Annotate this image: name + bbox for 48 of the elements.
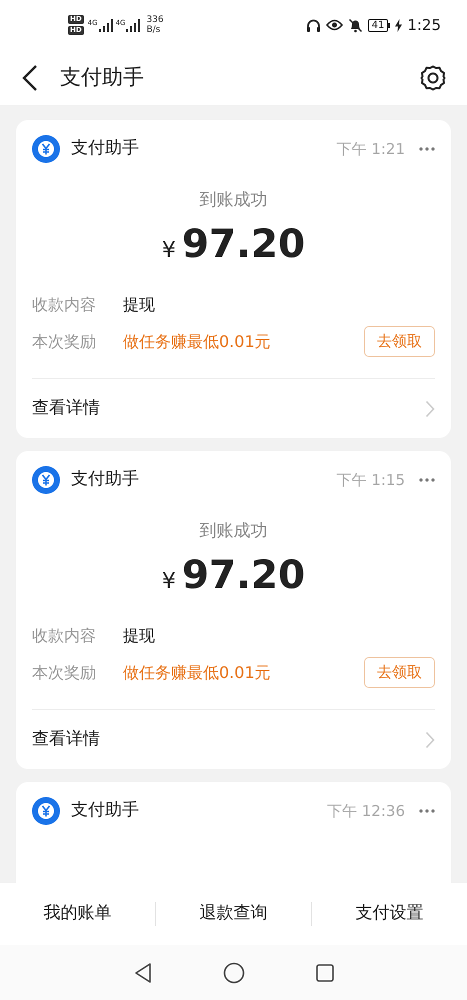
yuan-coin-icon — [32, 466, 60, 494]
back-icon[interactable] — [20, 64, 40, 92]
chevron-right-icon — [425, 400, 435, 418]
signal-icon — [126, 18, 140, 32]
more-icon[interactable] — [419, 478, 435, 482]
amount: 97.20 — [182, 552, 306, 600]
more-icon[interactable] — [419, 147, 435, 151]
yuan-coin-icon — [32, 135, 60, 163]
yuan-coin-icon — [32, 797, 60, 825]
menu-tab[interactable]: 我的账单 — [0, 901, 155, 927]
reward-text: 做任务赚最低0.01元 — [123, 662, 271, 684]
message-time: 下午 1:21 — [336, 138, 405, 160]
home-circle-icon[interactable] — [222, 962, 244, 984]
currency-symbol: ¥ — [162, 568, 176, 596]
battery-level: 41 — [368, 18, 388, 32]
field-value: 提现 — [123, 294, 155, 316]
back-triangle-icon[interactable] — [132, 962, 152, 984]
amount: 97.20 — [182, 220, 306, 268]
field-label: 本次奖励 — [32, 330, 97, 352]
field-label: 收款内容 — [32, 294, 97, 316]
muted-bell-icon — [348, 18, 363, 32]
card-title: 支付助手 — [71, 799, 139, 822]
currency-symbol: ¥ — [162, 236, 176, 264]
signal-icon — [98, 18, 113, 32]
speed-unit: B/s — [146, 25, 162, 35]
reward-text: 做任务赚最低0.01元 — [123, 330, 271, 352]
settings-icon[interactable] — [419, 64, 447, 92]
page-title: 支付助手 — [60, 64, 144, 91]
menu-tab[interactable]: 支付设置 — [312, 901, 467, 927]
details-link[interactable]: 查看详情 — [32, 709, 435, 769]
card-title: 支付助手 — [71, 468, 139, 492]
payment-status: 到账成功 — [198, 189, 268, 212]
payment-status: 到账成功 — [198, 520, 268, 543]
message-time: 下午 12:36 — [327, 800, 405, 822]
message-time: 下午 1:15 — [336, 470, 405, 491]
chevron-right-icon — [425, 730, 435, 748]
field-label: 收款内容 — [32, 624, 97, 646]
network-speed: 336 — [146, 15, 164, 25]
field-label: 本次奖励 — [32, 662, 97, 684]
clock-time: 1:25 — [407, 14, 441, 36]
eye-icon — [326, 19, 343, 31]
card-title: 支付助手 — [71, 137, 139, 160]
headphones-icon — [306, 18, 321, 32]
recents-square-icon[interactable] — [314, 962, 334, 982]
field-value: 提现 — [123, 624, 155, 646]
more-icon[interactable] — [419, 809, 435, 813]
menu-tab[interactable]: 退款查询 — [156, 901, 311, 927]
details-link[interactable]: 查看详情 — [32, 378, 435, 438]
